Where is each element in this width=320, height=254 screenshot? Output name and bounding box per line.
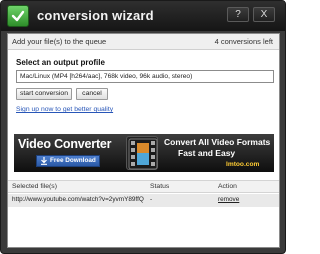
banner-subline: Fast and Easy — [178, 148, 236, 158]
file-url: http://www.youtube.com/watch?v=2yvmY89ff… — [12, 196, 144, 203]
remove-link[interactable]: remove — [218, 194, 239, 206]
file-status: - — [150, 196, 153, 203]
free-download-button[interactable]: Free Download — [36, 155, 100, 167]
app-window: conversion wizard ? X Add your file(s) t… — [0, 0, 286, 254]
column-action: Action — [218, 183, 237, 190]
conversions-left-count: 4 conversions left — [214, 37, 273, 46]
banner-title: Video Converter — [18, 137, 112, 151]
title-bar: conversion wizard ? X — [1, 1, 285, 31]
ad-banner[interactable]: Video Converter Free Download Convert Al… — [14, 134, 274, 172]
download-icon — [41, 157, 47, 165]
app-logo-icon — [7, 5, 29, 27]
queue-table-header: Selected file(s) Status Action — [8, 180, 279, 193]
free-download-label: Free Download — [50, 157, 96, 164]
column-status: Status — [150, 183, 170, 190]
profile-label: Select an output profile — [16, 58, 105, 67]
banner-site: Imtoo.com — [226, 161, 260, 168]
table-row[interactable]: http://www.youtube.com/watch?v=2yvmY89ff… — [8, 194, 279, 207]
banner-headline: Convert All Video Formats — [164, 137, 271, 147]
film-icon — [126, 136, 158, 170]
cancel-button[interactable]: cancel — [76, 88, 108, 100]
queue-instruction: Add your file(s) to the queue — [12, 37, 107, 46]
window-title: conversion wizard — [37, 8, 154, 23]
close-button[interactable]: X — [253, 7, 275, 22]
main-panel: Add your file(s) to the queue 4 conversi… — [7, 33, 280, 248]
start-conversion-button[interactable]: start conversion — [16, 88, 72, 100]
column-selected-files: Selected file(s) — [12, 183, 57, 190]
queue-header: Add your file(s) to the queue 4 conversi… — [8, 34, 279, 50]
signup-link[interactable]: Sign up now to get better quality — [16, 106, 113, 113]
output-profile-select[interactable]: Mac/Linux (MP4 [h264/aac], 768k video, 9… — [16, 70, 274, 83]
help-button[interactable]: ? — [227, 7, 249, 22]
